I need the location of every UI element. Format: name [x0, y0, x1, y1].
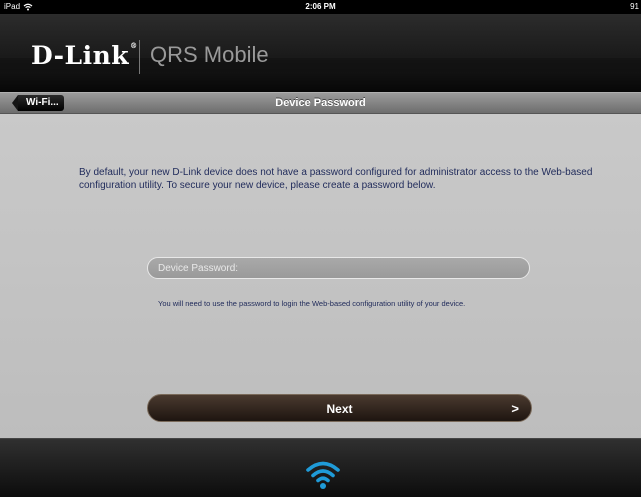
navigation-bar: Wi-Fi... Device Password: [0, 92, 641, 114]
registered-mark: ®: [130, 41, 138, 50]
status-bar: iPad 2:06 PM 91: [0, 0, 641, 14]
main-content: By default, your new D-Link device does …: [0, 114, 641, 438]
footer-bar: [0, 438, 641, 497]
logo-divider: [139, 40, 140, 74]
app-header: D-Link® QRS Mobile: [0, 14, 641, 92]
battery-level: 91: [630, 2, 639, 11]
next-button[interactable]: Next >: [147, 394, 532, 422]
wifi-icon: [306, 461, 340, 489]
intro-text: By default, your new D-Link device does …: [79, 167, 593, 191]
next-label: Next: [326, 402, 353, 416]
next-arrow-icon: >: [511, 401, 519, 416]
logo-text: D-Link: [31, 41, 130, 70]
password-hint: You will need to use the password to log…: [158, 299, 466, 308]
dlink-logo: D-Link®: [31, 41, 138, 70]
password-placeholder: Device Password:: [158, 263, 239, 274]
status-time: 2:06 PM: [305, 2, 336, 11]
page-title: Device Password: [275, 97, 366, 109]
device-password-input[interactable]: Device Password:: [147, 257, 530, 279]
product-name: QRS Mobile: [150, 42, 269, 67]
